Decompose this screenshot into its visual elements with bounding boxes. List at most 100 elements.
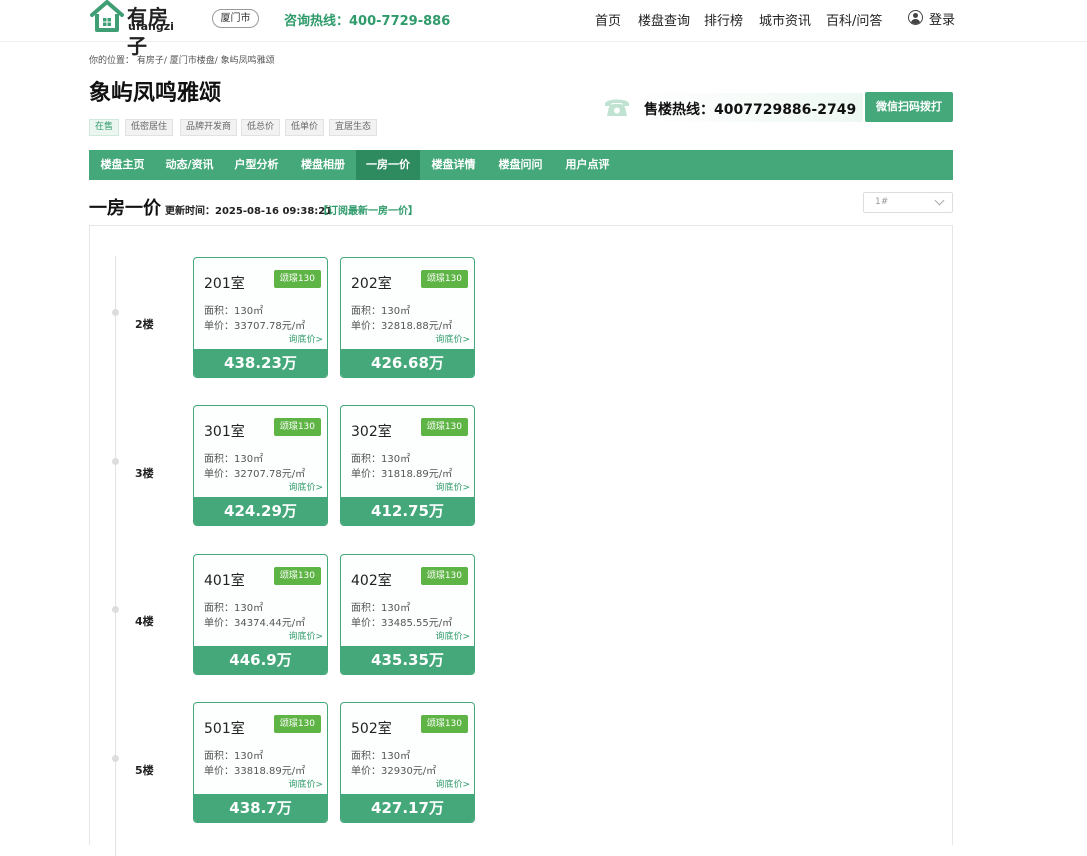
property-tag: 低密居住 bbox=[125, 119, 174, 136]
property-tag: 品牌开发商 bbox=[180, 119, 238, 136]
total-price: 412.75万 bbox=[341, 497, 474, 525]
site-logo[interactable]: 有房子 ufangzi bbox=[89, 0, 189, 58]
total-price: 427.17万 bbox=[341, 794, 474, 822]
ask-lowest-price-link[interactable]: 询底价> bbox=[288, 332, 323, 345]
unit-card[interactable]: 402室 颂璟130 面积：130㎡ 单价：33485.55元/㎡ 询底价> 4… bbox=[340, 554, 475, 675]
nav-property-search[interactable]: 楼盘查询 bbox=[638, 10, 690, 29]
section-title: 一房一价 bbox=[89, 198, 161, 219]
layout-badge: 颂璟130 bbox=[273, 567, 321, 585]
breadcrumb: 你的位置： 有房子/ 厦门市楼盘/ 象屿凤鸣雅颂 bbox=[89, 56, 275, 66]
floor-label: 4楼 bbox=[135, 615, 154, 628]
floor-label: 5楼 bbox=[135, 764, 154, 777]
wechat-call-button[interactable]: 微信扫码拨打 bbox=[865, 92, 953, 122]
total-price: 438.7万 bbox=[194, 794, 327, 822]
updated-time: 更新时间：2025-08-16 09:38:21 bbox=[165, 206, 333, 217]
ask-lowest-price-link[interactable]: 询底价> bbox=[288, 629, 323, 642]
tab-unit-prices[interactable]: 一房一价 bbox=[356, 150, 420, 180]
property-tag: 低单价 bbox=[285, 119, 325, 136]
unit-card[interactable]: 401室 颂璟130 面积：130㎡ 单价：34374.44元/㎡ 询底价> 4… bbox=[193, 554, 328, 675]
unit-area: 面积：130㎡ bbox=[204, 603, 264, 614]
tab-details[interactable]: 楼盘详情 bbox=[420, 150, 487, 180]
nav-home[interactable]: 首页 bbox=[595, 10, 621, 29]
ask-lowest-price-link[interactable]: 询底价> bbox=[435, 629, 470, 642]
total-price: 438.23万 bbox=[194, 349, 327, 377]
room-number: 401室 bbox=[204, 573, 245, 589]
floor-label: 2楼 bbox=[135, 318, 154, 331]
subscribe-link[interactable]: 【订阅最新一房一价】 bbox=[318, 202, 418, 217]
room-number: 302室 bbox=[351, 424, 392, 440]
layout-badge: 颂璟130 bbox=[420, 567, 468, 585]
property-tag: 宜居生态 bbox=[329, 119, 378, 136]
floor-timeline bbox=[115, 256, 116, 856]
ask-lowest-price-link[interactable]: 询底价> bbox=[288, 480, 323, 493]
unit-area: 面积：130㎡ bbox=[204, 454, 264, 465]
user-icon bbox=[908, 10, 923, 25]
unit-card[interactable]: 201室 颂璟130 面积：130㎡ 单价：33707.78元/㎡ 询底价> 4… bbox=[193, 257, 328, 378]
ask-lowest-price-link[interactable]: 询底价> bbox=[435, 777, 470, 790]
unit-card[interactable]: 301室 颂璟130 面积：130㎡ 单价：32707.78元/㎡ 询底价> 4… bbox=[193, 405, 328, 526]
tab-floorplans[interactable]: 户型分析 bbox=[223, 150, 290, 180]
sales-hotline-bar: 售楼热线：4007729886-2749 bbox=[603, 93, 863, 122]
unit-price: 单价：31818.89元/㎡ bbox=[351, 469, 453, 480]
unit-area: 面积：130㎡ bbox=[204, 751, 264, 762]
floor-label: 3楼 bbox=[135, 467, 154, 480]
unit-price: 单价：32930元/㎡ bbox=[351, 766, 437, 777]
unit-price: 单价：33485.55元/㎡ bbox=[351, 618, 453, 629]
status-badge: 在售 bbox=[89, 119, 120, 136]
unit-card[interactable]: 501室 颂璟130 面积：130㎡ 单价：33818.89元/㎡ 询底价> 4… bbox=[193, 702, 328, 823]
ask-lowest-price-link[interactable]: 询底价> bbox=[288, 777, 323, 790]
unit-card[interactable]: 302室 颂璟130 面积：130㎡ 单价：31818.89元/㎡ 询底价> 4… bbox=[340, 405, 475, 526]
tab-home[interactable]: 楼盘主页 bbox=[89, 150, 156, 180]
unit-area: 面积：130㎡ bbox=[351, 306, 411, 317]
nav-city-news[interactable]: 城市资讯 bbox=[759, 10, 811, 29]
building-select-value: 1# bbox=[875, 197, 889, 207]
top-header: 有房子 ufangzi 厦门市 咨询热线：400-7729-886 首页 楼盘查… bbox=[0, 0, 1087, 58]
logo-subtext: ufangzi bbox=[128, 20, 174, 33]
nav-wiki-qa[interactable]: 百科/问答 bbox=[826, 10, 882, 29]
nav-ranking[interactable]: 排行榜 bbox=[704, 10, 743, 29]
room-number: 402室 bbox=[351, 573, 392, 589]
unit-price: 单价：33818.89元/㎡ bbox=[204, 766, 306, 777]
unit-price: 单价：32707.78元/㎡ bbox=[204, 469, 306, 480]
timeline-dot bbox=[112, 755, 119, 762]
tab-qa[interactable]: 楼盘问问 bbox=[487, 150, 554, 180]
room-number: 501室 bbox=[204, 721, 245, 737]
ask-lowest-price-link[interactable]: 询底价> bbox=[435, 480, 470, 493]
unit-card[interactable]: 502室 颂璟130 面积：130㎡ 单价：32930元/㎡ 询底价> 427.… bbox=[340, 702, 475, 823]
house-logo-icon bbox=[90, 0, 124, 32]
room-number: 301室 bbox=[204, 424, 245, 440]
unit-card[interactable]: 202室 颂璟130 面积：130㎡ 单价：32818.88元/㎡ 询底价> 4… bbox=[340, 257, 475, 378]
room-number: 201室 bbox=[204, 276, 245, 292]
building-select[interactable]: 1# bbox=[863, 192, 953, 213]
sales-hotline: 售楼热线：4007729886-2749 bbox=[644, 102, 857, 118]
unit-price: 单价：33707.78元/㎡ bbox=[204, 321, 306, 332]
unit-price: 单价：32818.88元/㎡ bbox=[351, 321, 453, 332]
layout-badge: 颂璟130 bbox=[420, 418, 468, 436]
timeline-dot bbox=[112, 606, 119, 613]
tab-album[interactable]: 楼盘相册 bbox=[290, 150, 356, 180]
unit-area: 面积：130㎡ bbox=[351, 603, 411, 614]
total-price: 424.29万 bbox=[194, 497, 327, 525]
layout-badge: 颂璟130 bbox=[420, 270, 468, 288]
login-label: 登录 bbox=[929, 13, 956, 28]
room-number: 502室 bbox=[351, 721, 392, 737]
layout-badge: 颂璟130 bbox=[273, 418, 321, 436]
consult-hotline: 咨询热线：400-7729-886 bbox=[284, 14, 451, 29]
layout-badge: 颂璟130 bbox=[420, 715, 468, 733]
tab-reviews[interactable]: 用户点评 bbox=[554, 150, 621, 180]
property-tabs: 楼盘主页 动态/资讯 户型分析 楼盘相册 一房一价 楼盘详情 楼盘问问 用户点评 bbox=[89, 150, 953, 180]
total-price: 435.35万 bbox=[341, 646, 474, 674]
unit-area: 面积：130㎡ bbox=[351, 454, 411, 465]
telephone-icon bbox=[605, 99, 629, 116]
property-tag: 低总价 bbox=[241, 119, 281, 136]
ask-lowest-price-link[interactable]: 询底价> bbox=[435, 332, 470, 345]
timeline-dot bbox=[112, 309, 119, 316]
total-price: 426.68万 bbox=[341, 349, 474, 377]
layout-badge: 颂璟130 bbox=[273, 270, 321, 288]
unit-area: 面积：130㎡ bbox=[351, 751, 411, 762]
tab-news[interactable]: 动态/资讯 bbox=[156, 150, 223, 180]
unit-price: 单价：34374.44元/㎡ bbox=[204, 618, 306, 629]
total-price: 446.9万 bbox=[194, 646, 327, 674]
room-number: 202室 bbox=[351, 276, 392, 292]
city-selector[interactable]: 厦门市 bbox=[212, 9, 259, 28]
